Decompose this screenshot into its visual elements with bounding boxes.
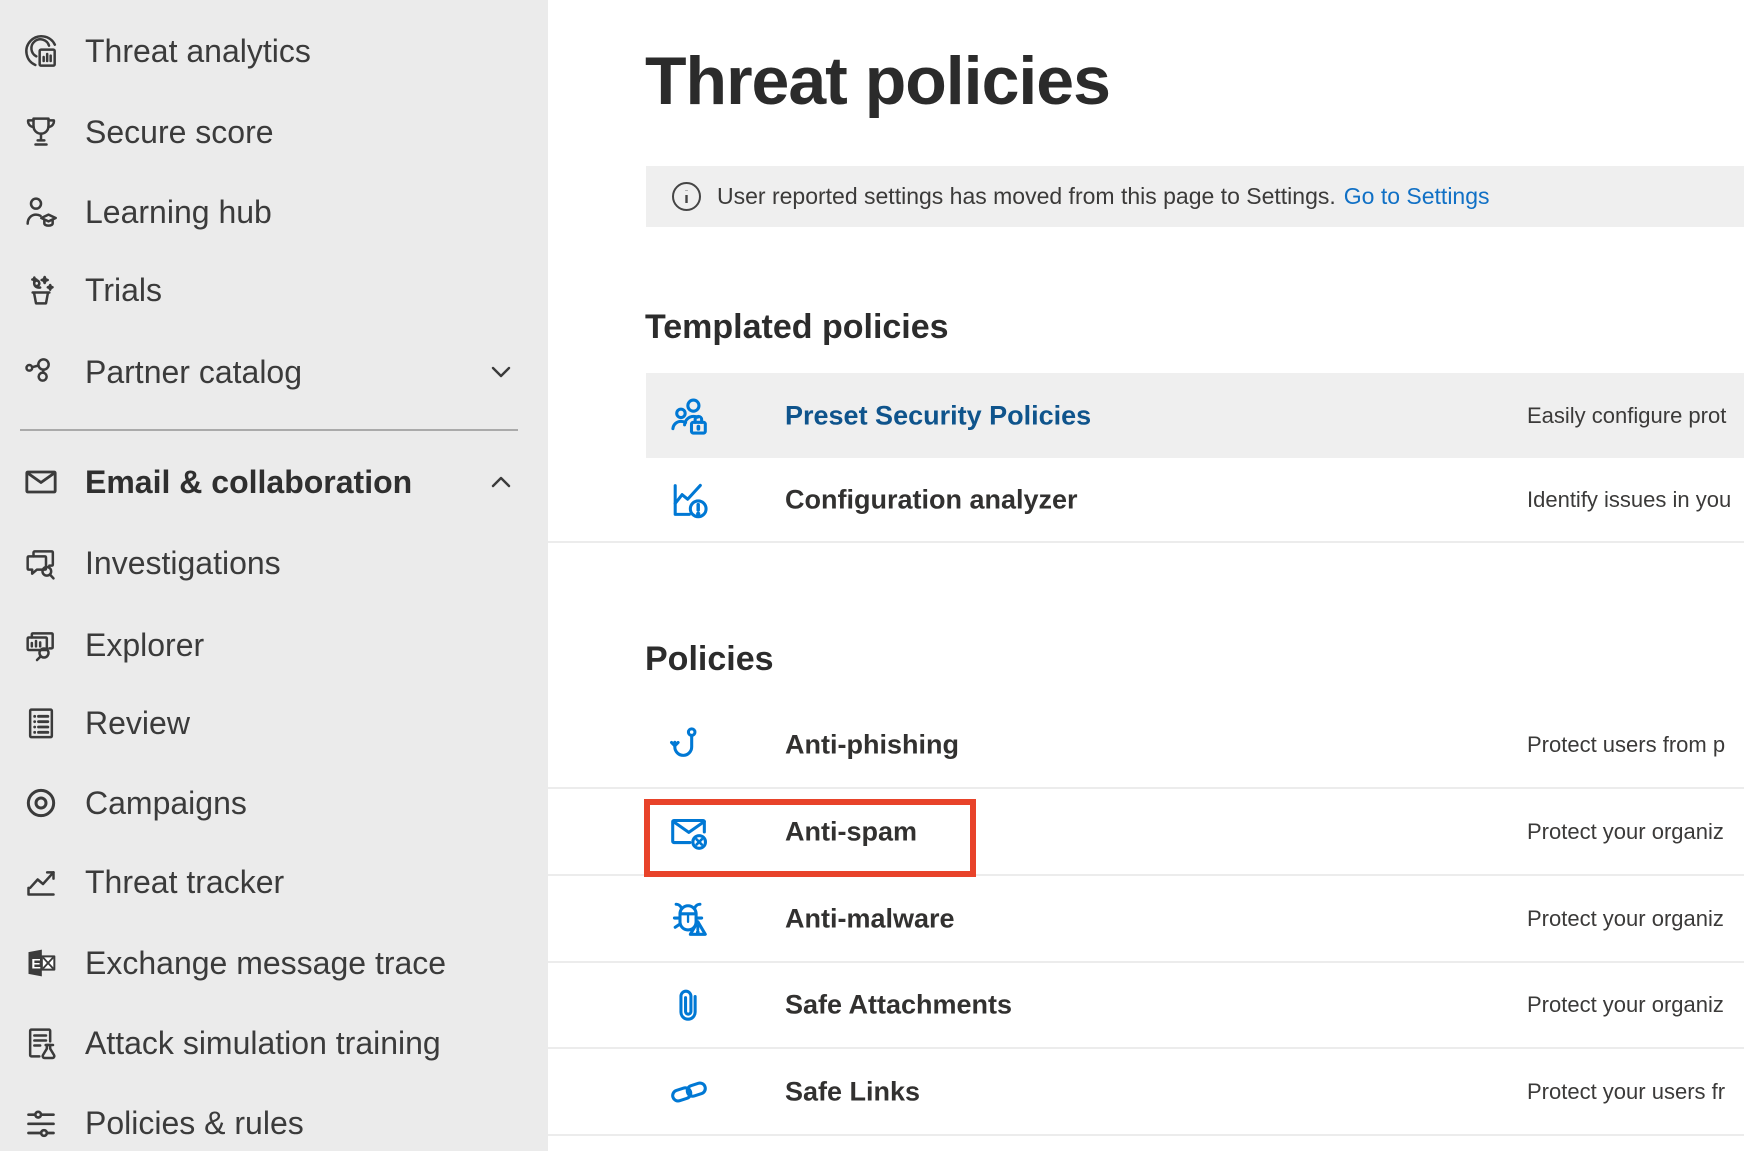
row-label[interactable]: Anti-spam [785,816,917,847]
row-anti-phishing[interactable]: Anti-phishing Protect users from p [548,702,1744,789]
sidebar: Threat analytics Secure score Learning h… [0,0,548,1151]
sidebar-item-label: Trials [85,272,162,309]
row-label[interactable]: Anti-malware [785,903,955,934]
secure-score-icon [18,109,64,155]
banner-message: User reported settings has moved from th… [717,183,1336,210]
row-anti-malware[interactable]: Anti-malware Protect your organiz [548,876,1744,963]
trials-icon [18,267,64,313]
chevron-up-icon[interactable] [483,464,519,500]
row-label[interactable]: Configuration analyzer [785,484,1078,515]
learning-hub-icon [18,189,64,235]
threat-tracker-icon [18,859,64,905]
sidebar-item-review[interactable]: Review [0,683,548,763]
policies-rules-icon [18,1100,64,1146]
svg-text:E: E [31,956,40,972]
main-content: Threat policies User reported settings h… [548,0,1744,1151]
sidebar-item-trials[interactable]: Trials [0,250,548,330]
sidebar-item-threat-tracker[interactable]: Threat tracker [0,842,548,922]
explorer-icon [18,622,64,668]
row-safe-attachments[interactable]: Safe Attachments Protect your organiz [548,963,1744,1049]
configuration-analyzer-icon [664,475,714,525]
row-description: Identify issues in you [1527,487,1731,513]
sidebar-item-threat-analytics[interactable]: Threat analytics [0,11,548,91]
anti-malware-icon [664,894,714,944]
sidebar-item-secure-score[interactable]: Secure score [0,92,548,172]
sidebar-item-label: Policies & rules [85,1105,304,1142]
page-title: Threat policies [645,42,1110,120]
safe-attachments-icon [664,980,714,1030]
sidebar-item-campaigns[interactable]: Campaigns [0,763,548,843]
row-preset-security-policies[interactable]: Preset Security Policies Easily configur… [646,373,1744,458]
attack-simulation-icon [18,1020,64,1066]
sidebar-item-label: Investigations [85,545,281,582]
sidebar-item-label: Secure score [85,114,274,151]
partner-catalog-icon [18,349,64,395]
sidebar-item-exchange-message-trace[interactable]: E Exchange message trace [0,923,548,1003]
sidebar-item-label: Threat analytics [85,33,311,70]
row-description: Protect your organiz [1527,992,1724,1018]
sidebar-item-policies-rules[interactable]: Policies & rules [0,1083,548,1151]
sidebar-item-label: Explorer [85,627,204,664]
info-banner: User reported settings has moved from th… [646,166,1744,227]
safe-links-icon [664,1067,714,1117]
sidebar-item-label: Exchange message trace [85,945,446,982]
row-label[interactable]: Anti-phishing [785,729,959,760]
row-label[interactable]: Preset Security Policies [785,400,1091,431]
row-label[interactable]: Safe Attachments [785,990,1012,1021]
sidebar-item-attack-simulation-training[interactable]: Attack simulation training [0,1003,548,1083]
sidebar-item-label: Partner catalog [85,354,302,391]
sidebar-item-label: Review [85,705,190,742]
sidebar-item-label: Campaigns [85,785,247,822]
row-description: Easily configure prot [1527,403,1726,429]
sidebar-item-explorer[interactable]: Explorer [0,605,548,685]
go-to-settings-link[interactable]: Go to Settings [1344,183,1490,210]
investigations-icon [18,540,64,586]
anti-phishing-icon [664,720,714,770]
row-safe-links[interactable]: Safe Links Protect your users fr [548,1049,1744,1136]
section-heading-templated-policies: Templated policies [645,308,949,347]
row-description: Protect your organiz [1527,819,1724,845]
section-heading-policies: Policies [645,640,774,679]
sidebar-item-label: Learning hub [85,194,272,231]
row-anti-spam[interactable]: Anti-spam Protect your organiz [548,789,1744,876]
preset-security-policies-icon [664,391,714,441]
row-configuration-analyzer[interactable]: Configuration analyzer Identify issues i… [548,458,1744,543]
row-description: Protect users from p [1527,732,1725,758]
row-label[interactable]: Safe Links [785,1076,920,1107]
sidebar-divider [20,429,518,431]
info-icon [671,181,702,212]
sidebar-item-investigations[interactable]: Investigations [0,523,548,603]
sidebar-item-learning-hub[interactable]: Learning hub [0,172,548,252]
sidebar-item-label: Email & collaboration [85,464,412,501]
row-description: Protect your users fr [1527,1079,1725,1105]
campaigns-icon [18,780,64,826]
sidebar-item-label: Threat tracker [85,864,284,901]
threat-analytics-icon [18,28,64,74]
row-description: Protect your organiz [1527,906,1724,932]
chevron-down-icon[interactable] [483,354,519,390]
email-icon [18,459,64,505]
review-icon [18,700,64,746]
anti-spam-icon [664,807,714,857]
exchange-icon: E [18,940,64,986]
threat-policies-page: Threat analytics Secure score Learning h… [0,0,1744,1151]
sidebar-item-label: Attack simulation training [85,1025,441,1062]
sidebar-item-email-collaboration[interactable]: Email & collaboration [0,442,548,522]
sidebar-item-partner-catalog[interactable]: Partner catalog [0,332,548,412]
